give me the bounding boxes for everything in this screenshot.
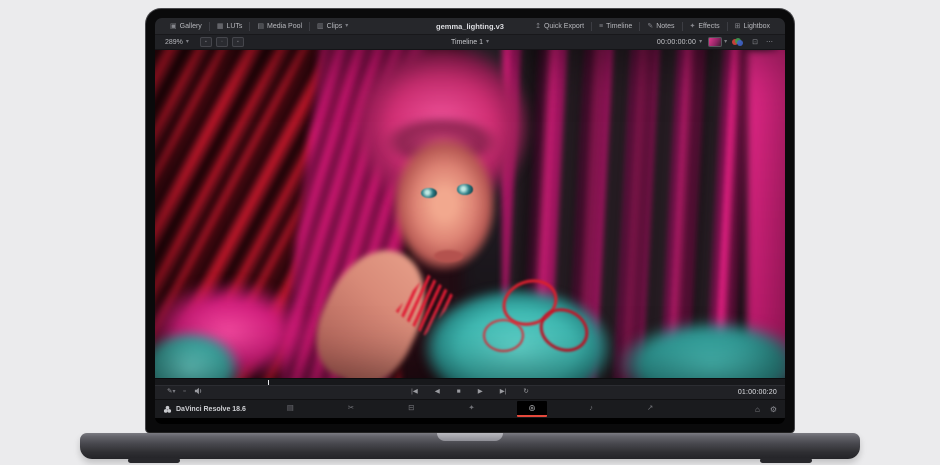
media-pool-icon: ▤	[257, 23, 264, 30]
laptop-base	[80, 433, 860, 459]
luts-icon: ▦	[217, 23, 224, 30]
gallery-label: Gallery	[180, 23, 202, 30]
split-screen-toggle[interactable]: ▫	[216, 37, 228, 47]
timeline-selector[interactable]: Timeline 1	[451, 39, 483, 46]
notes-button[interactable]: ✎ Notes	[640, 23, 681, 30]
last-frame-button[interactable]: ▶|	[500, 389, 507, 396]
transport-bar: ✎▾ ▫ |◀ ◀ ■ ▶ ▶| ↻ 01:00:00:20	[155, 385, 785, 399]
notes-label: Notes	[656, 23, 674, 30]
chevron-down-icon: ▾	[486, 39, 489, 45]
lightbox-button[interactable]: ⊞ Lightbox	[728, 23, 777, 30]
laptop-lid-notch	[437, 433, 503, 441]
clips-label: Clips	[327, 23, 343, 30]
laptop-foot-right	[760, 458, 812, 463]
lightbox-icon: ⊞	[735, 23, 741, 30]
clips-icon: ▥	[317, 23, 324, 30]
timeline-icon: ≡	[599, 23, 603, 30]
play-reverse-button[interactable]: ◀	[435, 389, 440, 396]
chevron-down-icon: ▾	[172, 389, 175, 395]
page-media[interactable]: ▤	[275, 401, 306, 417]
transport-controls: |◀ ◀ ■ ▶ ▶| ↻	[155, 389, 785, 396]
loop-button[interactable]: ↻	[523, 389, 528, 396]
color-wheels-icon[interactable]	[732, 38, 743, 47]
page-deliver[interactable]: ↗	[635, 401, 665, 417]
viewer-image	[155, 50, 785, 378]
viewer-scrubber[interactable]	[155, 378, 785, 385]
page-navigation: ▤ ✂ ⊟ ✦ ◎ ♪ ↗	[155, 401, 785, 417]
desktop-background: ▣ Gallery ▦ LUTs ▤ Media Pool	[0, 0, 940, 465]
highlight-toggle[interactable]: ▪	[232, 37, 244, 47]
chevron-down-icon: ▾	[345, 23, 348, 29]
chevron-down-icon: ▾	[186, 39, 189, 45]
expand-icon[interactable]: ⊡	[752, 38, 758, 46]
notes-icon: ✎	[647, 23, 653, 30]
page-cut[interactable]: ✂	[336, 401, 366, 417]
source-timecode: 00:00:00:00	[657, 39, 696, 46]
gallery-still-thumbnail[interactable]	[708, 37, 722, 47]
quick-export-icon: ↥	[535, 23, 541, 30]
page-color[interactable]: ◎	[517, 401, 548, 417]
more-options-button[interactable]: ⋯	[766, 38, 773, 46]
speaker-icon	[194, 387, 203, 395]
play-button[interactable]: ▶	[478, 389, 483, 396]
clips-button[interactable]: ▥ Clips ▾	[310, 18, 355, 34]
laptop-screen: ▣ Gallery ▦ LUTs ▤ Media Pool	[155, 18, 785, 424]
effects-label: Effects	[698, 23, 719, 30]
laptop-lid: ▣ Gallery ▦ LUTs ▤ Media Pool	[145, 8, 795, 433]
timeline-label: Timeline	[606, 23, 632, 30]
page-edit[interactable]: ⊟	[396, 401, 426, 417]
page-fairlight[interactable]: ♪	[577, 401, 605, 417]
luts-label: LUTs	[226, 23, 242, 30]
gallery-button[interactable]: ▣ Gallery	[163, 18, 209, 34]
quick-export-label: Quick Export	[544, 23, 584, 30]
page-fusion[interactable]: ✦	[456, 401, 486, 417]
chevron-down-icon: ▾	[724, 39, 727, 45]
stop-button[interactable]: ■	[457, 389, 461, 396]
unmix-toggle[interactable]: ▫	[183, 389, 185, 396]
image-wipe-toggle[interactable]: ▪	[200, 37, 212, 47]
zoom-level-dropdown[interactable]: 289% ▾	[163, 35, 196, 49]
onscreen-controls-button[interactable]: ✎▾	[167, 389, 175, 396]
first-frame-button[interactable]: |◀	[411, 389, 418, 396]
effects-icon: ✦	[690, 23, 696, 30]
luts-button[interactable]: ▦ LUTs	[210, 18, 250, 34]
top-toolbar: ▣ Gallery ▦ LUTs ▤ Media Pool	[155, 18, 785, 35]
timeline-button[interactable]: ≡ Timeline	[592, 23, 639, 30]
status-bar: DaVinci Resolve 18.6 ▤ ✂ ⊟ ✦ ◎ ♪ ↗ ⌂ ⚙	[155, 399, 785, 418]
chevron-down-icon: ▾	[699, 39, 702, 45]
zoom-level-value: 289%	[165, 39, 183, 46]
media-pool-label: Media Pool	[267, 23, 302, 30]
viewer-toolbar-right: 00:00:00:00 ▾ ▾ ⊡ ⋯	[657, 37, 777, 47]
gallery-icon: ▣	[170, 23, 177, 30]
record-timecode: 01:00:00:20	[738, 389, 777, 396]
photo-vignette	[155, 50, 785, 378]
viewer-toolbar: 289% ▾ ▪ ▫ ▪ Timeline 1 ▾ 00:00:00:00 ▾	[155, 35, 785, 50]
media-pool-button[interactable]: ▤ Media Pool	[250, 18, 309, 34]
davinci-resolve-window: ▣ Gallery ▦ LUTs ▤ Media Pool	[155, 18, 785, 418]
top-toolbar-right: ↥ Quick Export ≡ Timeline ✎ Notes	[528, 22, 777, 31]
quick-export-button[interactable]: ↥ Quick Export	[528, 23, 591, 30]
laptop-foot-left	[128, 458, 180, 463]
mute-audio-button[interactable]	[194, 387, 203, 398]
lightbox-label: Lightbox	[744, 23, 770, 30]
effects-button[interactable]: ✦ Effects	[683, 23, 727, 30]
